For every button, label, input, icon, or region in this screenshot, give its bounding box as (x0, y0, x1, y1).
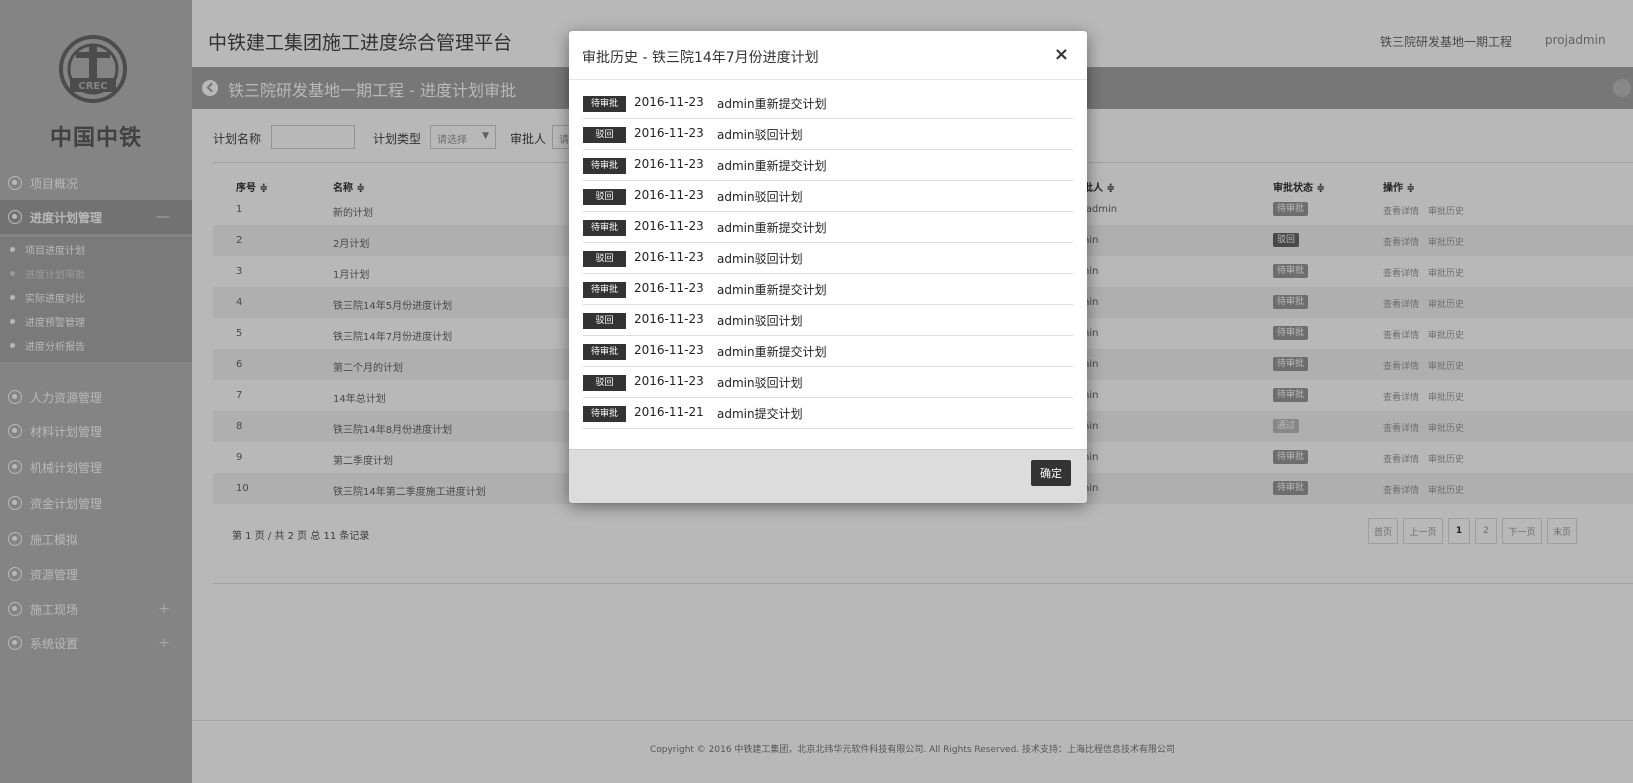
history-date: 2016-11-21 (634, 405, 704, 419)
history-item: 驳回 2016-11-23 admin驳回计划 (583, 118, 1073, 150)
history-date: 2016-11-23 (634, 219, 704, 233)
history-status-badge: 驳回 (583, 313, 626, 329)
history-status-badge: 待审批 (583, 344, 626, 360)
history-text: admin重新提交计划 (717, 345, 827, 359)
history-item: 待审批 2016-11-23 admin重新提交计划 (583, 149, 1073, 181)
history-status-badge: 驳回 (583, 251, 626, 267)
history-item: 驳回 2016-11-23 admin驳回计划 (583, 242, 1073, 274)
history-text: admin驳回计划 (717, 128, 803, 142)
history-status-badge: 待审批 (583, 158, 626, 174)
history-status-badge: 待审批 (583, 96, 626, 112)
history-text: admin驳回计划 (717, 252, 803, 266)
dialog-title: 审批历史 - 铁三院14年7月份进度计划 (582, 50, 819, 66)
history-item: 驳回 2016-11-23 admin驳回计划 (583, 304, 1073, 336)
history-status-badge: 待审批 (583, 406, 626, 422)
dialog-footer: 确定 (569, 449, 1087, 503)
history-status-badge: 驳回 (583, 189, 626, 205)
confirm-button[interactable]: 确定 (1031, 460, 1071, 486)
close-icon[interactable]: × (1054, 44, 1069, 65)
history-status-badge: 驳回 (583, 127, 626, 143)
history-item: 待审批 2016-11-23 admin重新提交计划 (583, 211, 1073, 243)
history-item: 待审批 2016-11-23 admin重新提交计划 (583, 273, 1073, 305)
dialog-header: 审批历史 - 铁三院14年7月份进度计划 × (569, 31, 1087, 80)
history-text: admin驳回计划 (717, 314, 803, 328)
history-date: 2016-11-23 (634, 312, 704, 326)
history-text: admin驳回计划 (717, 376, 803, 390)
history-text: admin重新提交计划 (717, 97, 827, 111)
history-text: admin重新提交计划 (717, 283, 827, 297)
history-text: admin驳回计划 (717, 190, 803, 204)
history-status-badge: 待审批 (583, 220, 626, 236)
history-text: admin提交计划 (717, 407, 803, 421)
history-date: 2016-11-23 (634, 374, 704, 388)
history-item: 待审批 2016-11-21 admin提交计划 (583, 397, 1073, 429)
history-date: 2016-11-23 (634, 157, 704, 171)
history-item: 驳回 2016-11-23 admin驳回计划 (583, 366, 1073, 398)
approval-history-dialog: 审批历史 - 铁三院14年7月份进度计划 × 待审批 2016-11-23 ad… (569, 31, 1087, 503)
history-status-badge: 待审批 (583, 282, 626, 298)
history-item: 待审批 2016-11-23 admin重新提交计划 (583, 335, 1073, 367)
history-status-badge: 驳回 (583, 375, 626, 391)
history-date: 2016-11-23 (634, 281, 704, 295)
history-date: 2016-11-23 (634, 188, 704, 202)
history-item: 驳回 2016-11-23 admin驳回计划 (583, 180, 1073, 212)
history-date: 2016-11-23 (634, 95, 704, 109)
history-item: 待审批 2016-11-23 admin重新提交计划 (583, 87, 1073, 119)
history-text: admin重新提交计划 (717, 159, 827, 173)
history-date: 2016-11-23 (634, 343, 704, 357)
history-text: admin重新提交计划 (717, 221, 827, 235)
history-date: 2016-11-23 (634, 250, 704, 264)
history-date: 2016-11-23 (634, 126, 704, 140)
